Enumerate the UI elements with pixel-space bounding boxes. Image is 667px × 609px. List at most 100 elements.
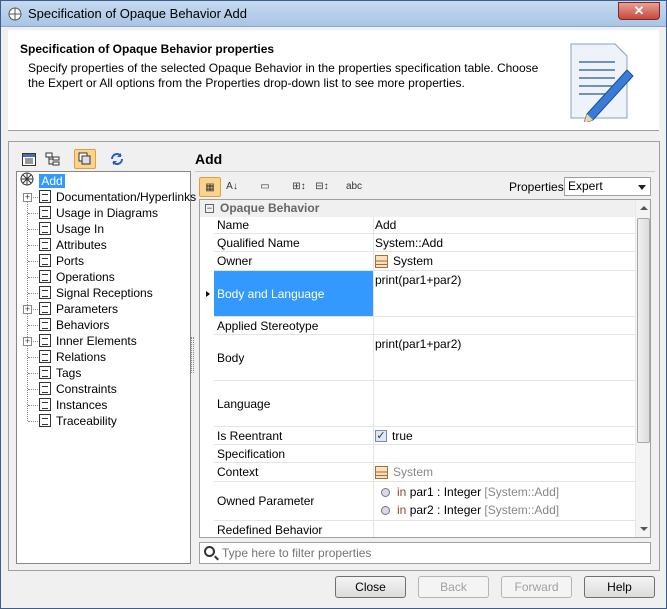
expand-icon[interactable]: + xyxy=(23,193,32,202)
collapse-icon[interactable]: − xyxy=(205,204,214,213)
document-icon xyxy=(39,366,51,379)
row-body[interactable]: Body print(par1+par2) xyxy=(214,335,635,381)
row-context[interactable]: Context System xyxy=(214,463,635,482)
table-view-icon[interactable] xyxy=(18,149,40,169)
filter-box[interactable] xyxy=(199,542,651,564)
abc-display-icon[interactable]: abc xyxy=(343,177,365,197)
tree-item-label: Instances xyxy=(56,398,108,412)
expand-icon[interactable]: + xyxy=(23,337,32,346)
tree-item[interactable]: Signal Receptions xyxy=(39,285,153,301)
expand-all-icon[interactable]: ⊞↕ xyxy=(288,177,310,197)
forward-button[interactable]: Forward xyxy=(501,576,572,598)
selected-row-marker-icon xyxy=(206,291,213,297)
help-button[interactable]: Help xyxy=(584,576,655,598)
tree-item[interactable]: Constraints xyxy=(39,381,117,397)
tree-item[interactable]: Operations xyxy=(39,269,115,285)
row-name[interactable]: Name Add xyxy=(214,217,635,234)
document-icon xyxy=(39,382,51,395)
parameter-item[interactable]: in par1 : Integer [System::Add] xyxy=(375,485,559,499)
tree-item-label: Usage in Diagrams xyxy=(56,206,159,220)
class-icon xyxy=(375,465,388,479)
group-by-category-icon[interactable]: ▦ xyxy=(199,177,221,197)
row-owned-parameter[interactable]: Owned Parameter in par1 : Integer [Syste… xyxy=(214,482,635,521)
refresh-icon[interactable] xyxy=(106,149,128,169)
row-value[interactable]: print(par1+par2) xyxy=(375,337,461,351)
document-icon xyxy=(39,254,51,267)
chevron-down-icon xyxy=(638,185,646,194)
row-key: Body and Language xyxy=(214,271,374,316)
row-body-and-language[interactable]: Body and Language print(par1+par2) xyxy=(214,271,635,317)
dialog-window: Specification of Opaque Behavior Add ✕ S… xyxy=(0,0,667,609)
tree-item-label: Attributes xyxy=(56,238,107,252)
tree-item-label: Relations xyxy=(56,350,107,364)
row-value: System xyxy=(393,465,434,479)
class-icon xyxy=(375,254,388,268)
tree-item[interactable]: Tags xyxy=(39,365,81,381)
collapse-all-icon[interactable]: ⊟↕ xyxy=(311,177,333,197)
table-scrollbar[interactable] xyxy=(635,200,650,537)
tree-item[interactable]: Inner Elements xyxy=(39,333,137,349)
param-name: par2 : Integer xyxy=(409,503,482,517)
row-key: Owner xyxy=(214,252,374,270)
splitter-handle[interactable] xyxy=(191,337,194,373)
properties-value: Expert xyxy=(568,179,603,193)
tree-item-label: Ports xyxy=(56,254,85,268)
scrollbar-thumb[interactable] xyxy=(637,218,650,443)
copy-view-icon[interactable] xyxy=(74,149,96,169)
tree-item[interactable]: Ports xyxy=(39,253,84,269)
param-owner: [System::Add] xyxy=(484,485,560,499)
expand-icon[interactable]: + xyxy=(23,305,32,314)
tree-item[interactable]: Usage In xyxy=(39,221,104,237)
reentrant-checkbox[interactable]: ✓ xyxy=(375,429,387,442)
window-close-button[interactable]: ✕ xyxy=(618,2,660,20)
row-is-reentrant[interactable]: Is Reentrant ✓ true xyxy=(214,427,635,445)
tree-view-icon[interactable] xyxy=(42,149,64,169)
param-owner: [System::Add] xyxy=(484,503,560,517)
tree-guide-line xyxy=(28,405,38,406)
tree-item-label: Traceability xyxy=(56,414,117,428)
document-icon xyxy=(39,334,51,347)
row-value[interactable]: System xyxy=(393,254,433,268)
row-qualified-name[interactable]: Qualified Name System::Add xyxy=(214,234,635,252)
app-icon xyxy=(8,7,22,21)
back-button[interactable]: Back xyxy=(418,576,489,598)
group-header[interactable]: − Opaque Behavior xyxy=(200,200,635,217)
row-value[interactable]: print(par1+par2) xyxy=(375,273,461,287)
row-language[interactable]: Language xyxy=(214,381,635,427)
search-icon xyxy=(204,546,215,557)
parameter-icon xyxy=(381,505,390,515)
tree-item[interactable]: Instances xyxy=(39,397,107,413)
tree-guide-line xyxy=(28,229,38,230)
row-value[interactable]: System::Add xyxy=(375,236,443,250)
tree-root[interactable]: Add xyxy=(20,172,65,188)
show-description-icon[interactable]: ▭ xyxy=(254,177,276,197)
scroll-down-icon[interactable] xyxy=(640,527,648,535)
tree-item[interactable]: Attributes xyxy=(39,237,107,253)
row-key: Qualified Name xyxy=(214,234,374,251)
tree-guide-line xyxy=(28,373,38,374)
opaque-behavior-icon xyxy=(20,172,34,186)
row-key: Owned Parameter xyxy=(214,482,374,520)
tree-item-label: Signal Receptions xyxy=(56,286,153,300)
row-redefined-behavior[interactable]: Redefined Behavior xyxy=(214,521,635,537)
tree-item[interactable]: Relations xyxy=(39,349,106,365)
tree-item[interactable]: Usage in Diagrams xyxy=(39,205,158,221)
scroll-up-icon[interactable] xyxy=(640,202,648,210)
properties-dropdown[interactable]: Expert xyxy=(564,177,651,196)
tree-item[interactable]: Parameters xyxy=(39,301,118,317)
properties-label: Properties: xyxy=(509,180,568,194)
sort-alphabetically-icon[interactable]: A↓ xyxy=(221,177,243,197)
close-button[interactable]: Close xyxy=(335,576,406,598)
filter-input[interactable] xyxy=(222,545,642,561)
row-value[interactable]: Add xyxy=(375,218,396,232)
tree-item[interactable]: Behaviors xyxy=(39,317,109,333)
document-icon xyxy=(39,318,51,331)
row-specification[interactable]: Specification xyxy=(214,445,635,463)
tree-item[interactable]: Traceability xyxy=(39,413,117,429)
row-applied-stereotype[interactable]: Applied Stereotype xyxy=(214,317,635,335)
tree-item-label: Behaviors xyxy=(56,318,110,332)
tree-item[interactable]: Documentation/Hyperlinks xyxy=(39,189,196,205)
parameter-item[interactable]: in par2 : Integer [System::Add] xyxy=(375,503,559,517)
row-value: true xyxy=(392,428,413,443)
row-owner[interactable]: Owner System xyxy=(214,252,635,271)
